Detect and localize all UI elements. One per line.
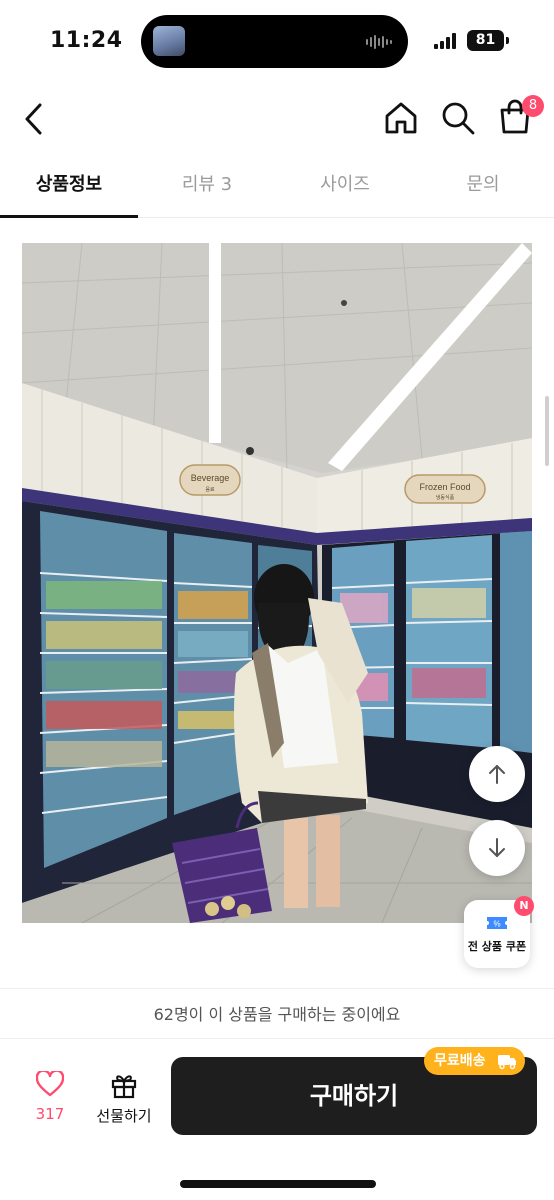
arrow-up-icon xyxy=(489,765,505,784)
coupon-label: 전 상품 쿠폰 xyxy=(467,940,527,953)
purchase-notice-bar: 62명이 이 상품을 구매하는 중이에요 xyxy=(0,988,554,1038)
home-indicator xyxy=(180,1180,376,1188)
status-bar: 11:24 81 xyxy=(0,0,554,80)
now-playing-thumbnail xyxy=(153,26,185,56)
audio-wave-icon xyxy=(366,34,394,50)
battery-icon: 81 xyxy=(467,30,504,51)
coupon-icon: % xyxy=(487,917,507,929)
gift-button[interactable]: 선물하기 xyxy=(88,1069,160,1131)
cart-count-badge: 8 xyxy=(522,95,544,117)
tab-product-info[interactable]: 상품정보 xyxy=(0,162,138,218)
back-icon[interactable] xyxy=(20,99,50,139)
free-shipping-badge: 무료배송 xyxy=(424,1047,525,1075)
search-icon[interactable] xyxy=(440,100,476,136)
scrollbar[interactable] xyxy=(545,396,549,466)
frozen-food-sign: Frozen Food xyxy=(419,482,470,492)
status-time: 11:24 xyxy=(50,28,123,53)
scroll-down-button[interactable] xyxy=(469,820,525,876)
arrow-down-icon xyxy=(489,838,505,857)
tab-size[interactable]: 사이즈 xyxy=(276,162,414,218)
top-navigation xyxy=(0,84,554,154)
dynamic-island xyxy=(141,15,408,68)
heart-icon xyxy=(36,1071,64,1097)
frozen-food-sign-sub: 냉동식품 xyxy=(436,494,455,501)
purchase-notice-text: 62명이 이 상품을 구매하는 중이에요 xyxy=(153,1005,401,1024)
gift-icon xyxy=(111,1075,137,1099)
product-tabs: 상품정보 리뷰 3 사이즈 문의 xyxy=(0,162,554,218)
tab-reviews[interactable]: 리뷰 3 xyxy=(138,162,276,218)
svg-text:%: % xyxy=(493,920,500,929)
battery-tip xyxy=(506,37,509,44)
cellular-signal-icon xyxy=(434,33,458,49)
scroll-up-button[interactable] xyxy=(469,746,525,802)
like-button[interactable]: 317 xyxy=(20,1071,80,1131)
tab-inquiry[interactable]: 문의 xyxy=(414,162,552,218)
like-count: 317 xyxy=(35,1105,65,1123)
home-icon[interactable] xyxy=(383,100,419,136)
gift-label: 선물하기 xyxy=(96,1107,152,1125)
free-shipping-label: 무료배송 xyxy=(434,1053,486,1069)
beverage-sign: Beverage xyxy=(191,473,230,483)
new-badge: N xyxy=(514,896,534,916)
beverage-sign-sub: 음료 xyxy=(205,487,215,493)
product-photo[interactable]: Beverage 음료 Frozen Food 냉동식품 xyxy=(22,243,532,923)
active-tab-indicator xyxy=(0,215,138,218)
truck-icon xyxy=(498,1055,516,1070)
